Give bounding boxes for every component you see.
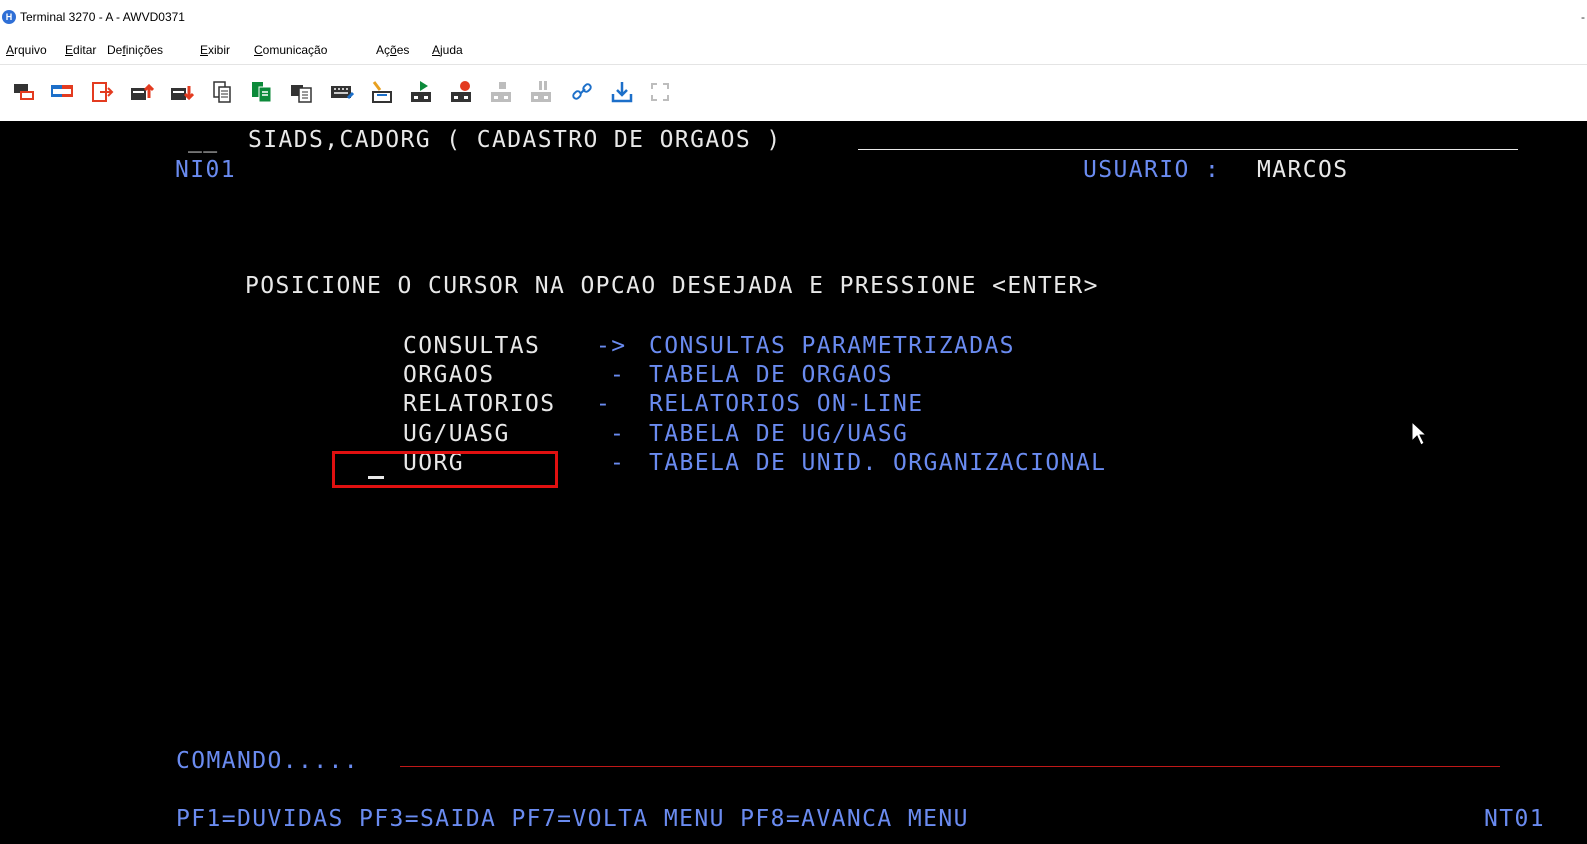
menu-acoes[interactable]: Ações: [376, 43, 409, 57]
menu-ajuda[interactable]: Ajuda: [432, 43, 463, 57]
option-description: TABELA DE UG/UASG: [649, 421, 909, 447]
toolbar: [0, 65, 1587, 121]
refresh-icon[interactable]: [648, 80, 672, 104]
menu-editar[interactable]: Editar: [65, 43, 96, 57]
option-relatorios[interactable]: RELATORIOS: [403, 391, 555, 417]
option-description: TABELA DE ORGAOS: [649, 362, 893, 388]
header-line: [858, 149, 1518, 150]
clear-icon[interactable]: [370, 80, 394, 104]
option-separator: -: [596, 391, 612, 417]
paste-icon[interactable]: [250, 80, 274, 104]
link-icon[interactable]: [570, 80, 594, 104]
terminal-screen[interactable]: __ SIADS,CADORG ( CADASTRO DE ORGAOS ) N…: [0, 121, 1587, 844]
window-title: Terminal 3270 - A - AWVD0371: [20, 10, 185, 24]
instruction-text: POSICIONE O CURSOR NA OPCAO DESEJADA E P…: [245, 273, 1099, 299]
record-macro-icon[interactable]: [450, 80, 474, 104]
copy-append-icon[interactable]: [290, 80, 314, 104]
menu-exibir[interactable]: Exibir: [200, 43, 230, 57]
screen-id: NI01: [175, 157, 236, 183]
stop-macro-icon[interactable]: [490, 80, 514, 104]
option-separator: -: [610, 421, 626, 447]
option-orgaos[interactable]: ORGAOS: [403, 362, 494, 388]
menu-definicoes[interactable]: Definições: [107, 43, 163, 57]
header-prefix: __: [188, 127, 219, 153]
menu-arquivo[interactable]: Arquivo: [6, 43, 47, 57]
command-label: COMANDO.....: [176, 748, 359, 774]
option-separator: -: [610, 362, 626, 388]
disconnect-icon[interactable]: [90, 80, 114, 104]
pause-macro-icon[interactable]: [530, 80, 554, 104]
terminal-id: NT01: [1484, 806, 1545, 832]
option-description: TABELA DE UNID. ORGANIZACIONAL: [649, 450, 1107, 476]
connect-icon[interactable]: [12, 80, 36, 104]
option-description: CONSULTAS PARAMETRIZADAS: [649, 333, 1015, 359]
session-icon[interactable]: [50, 80, 74, 104]
keyboard-icon[interactable]: [330, 80, 354, 104]
option-consultas[interactable]: CONSULTAS: [403, 333, 540, 359]
play-macro-icon[interactable]: [410, 80, 434, 104]
mouse-pointer-icon: [1411, 421, 1428, 446]
minimize-button[interactable]: -: [1581, 10, 1585, 24]
command-input[interactable]: [400, 766, 1500, 767]
receive-file-icon[interactable]: [170, 80, 194, 104]
user-label: USUARIO :: [1083, 157, 1221, 183]
option-separator: -: [610, 450, 626, 476]
copy-icon[interactable]: [210, 80, 234, 104]
menu-comunicacao[interactable]: Comunicação: [254, 43, 327, 57]
option-description: RELATORIOS ON-LINE: [649, 391, 924, 417]
menu-bar: Arquivo Editar Definições Exibir Comunic…: [0, 36, 1587, 65]
user-name: MARCOS: [1257, 157, 1349, 183]
send-file-icon[interactable]: [130, 80, 154, 104]
option-ug-uasg[interactable]: UG/UASG: [403, 421, 510, 447]
title-bar: H Terminal 3270 - A - AWVD0371 -: [0, 0, 1587, 36]
download-icon[interactable]: [610, 80, 634, 104]
header-title: SIADS,CADORG ( CADASTRO DE ORGAOS ): [248, 127, 782, 153]
highlight-box: [332, 451, 558, 488]
app-icon: H: [2, 10, 16, 24]
pf-keys-legend: PF1=DUVIDAS PF3=SAIDA PF7=VOLTA MENU PF8…: [176, 806, 969, 832]
option-separator: ->: [596, 333, 627, 359]
